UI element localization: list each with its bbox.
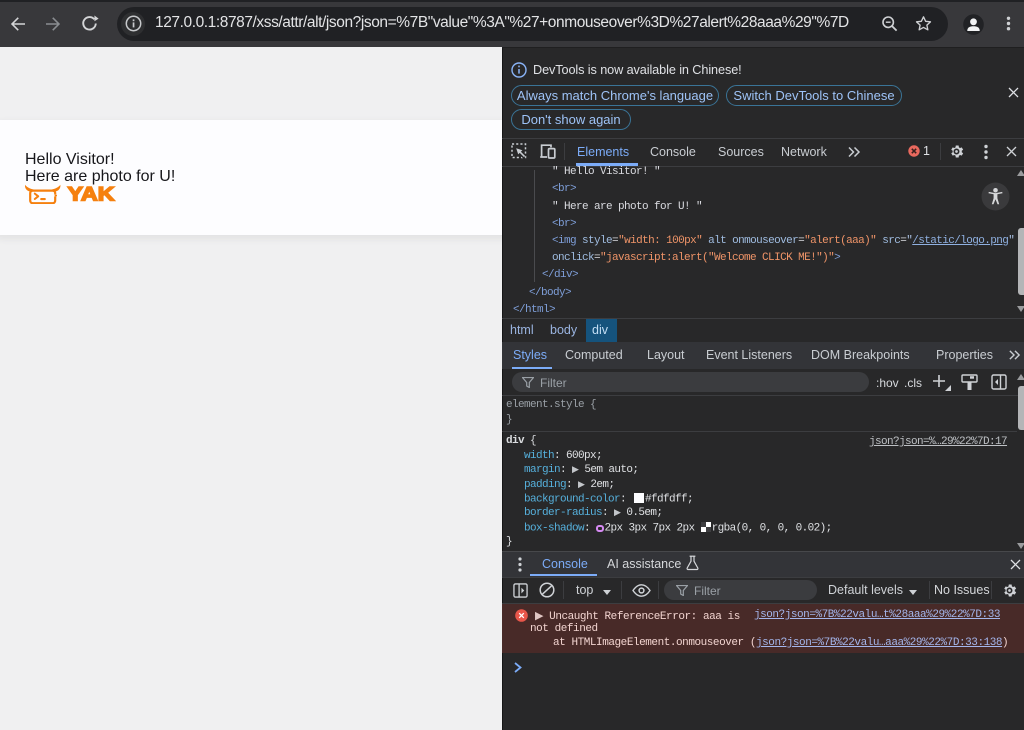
svg-text:YAK: YAK xyxy=(68,185,115,204)
